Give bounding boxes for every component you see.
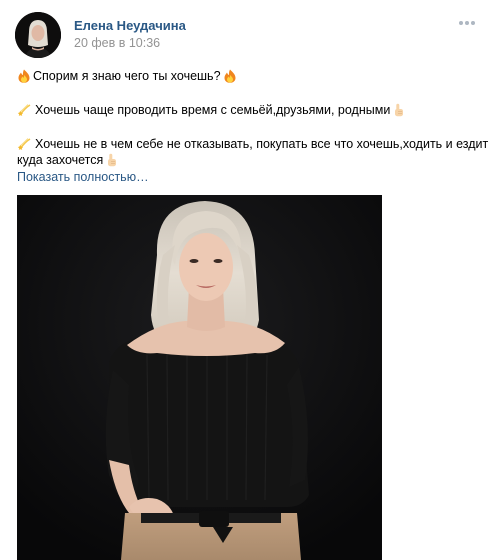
pointing-up-hand-emoji-icon [395, 103, 404, 117]
dizzy-emoji-icon [17, 138, 31, 150]
author-avatar[interactable] [15, 12, 61, 58]
post-text-line-1: Спорим я знаю чего ты хочешь? [17, 67, 237, 85]
fire-emoji-icon [224, 69, 236, 83]
author-name-link[interactable]: Елена Неудачина [74, 18, 186, 33]
woman-portrait-photo [17, 195, 382, 560]
post-text-line-2-text: Хочешь чаще проводить время с семьёй,дру… [35, 103, 391, 117]
fire-emoji-icon [18, 69, 30, 83]
post-text-line-3-text: Хочешь не в чем себе не отказывать, поку… [35, 137, 489, 151]
avatar-portrait-image [15, 12, 61, 58]
show-more-link[interactable]: Показать полностью… [17, 169, 149, 185]
post-text-line-2: Хочешь чаще проводить время с семьёй,дру… [17, 101, 406, 119]
post-text-line-1-text: Спорим я знаю чего ты хочешь? [33, 69, 221, 83]
wall-post: Елена Неудачина 20 фев в 10:36 Спорим я … [0, 0, 489, 560]
post-photo[interactable] [17, 195, 382, 560]
pointing-up-hand-emoji-icon [108, 153, 117, 167]
post-text-line-4: куда захочется [17, 151, 119, 169]
more-horizontal-icon[interactable] [459, 21, 475, 27]
dizzy-emoji-icon [17, 104, 31, 116]
post-text-line-4-text: куда захочется [17, 153, 104, 167]
post-date-link[interactable]: 20 фев в 10:36 [74, 36, 160, 50]
